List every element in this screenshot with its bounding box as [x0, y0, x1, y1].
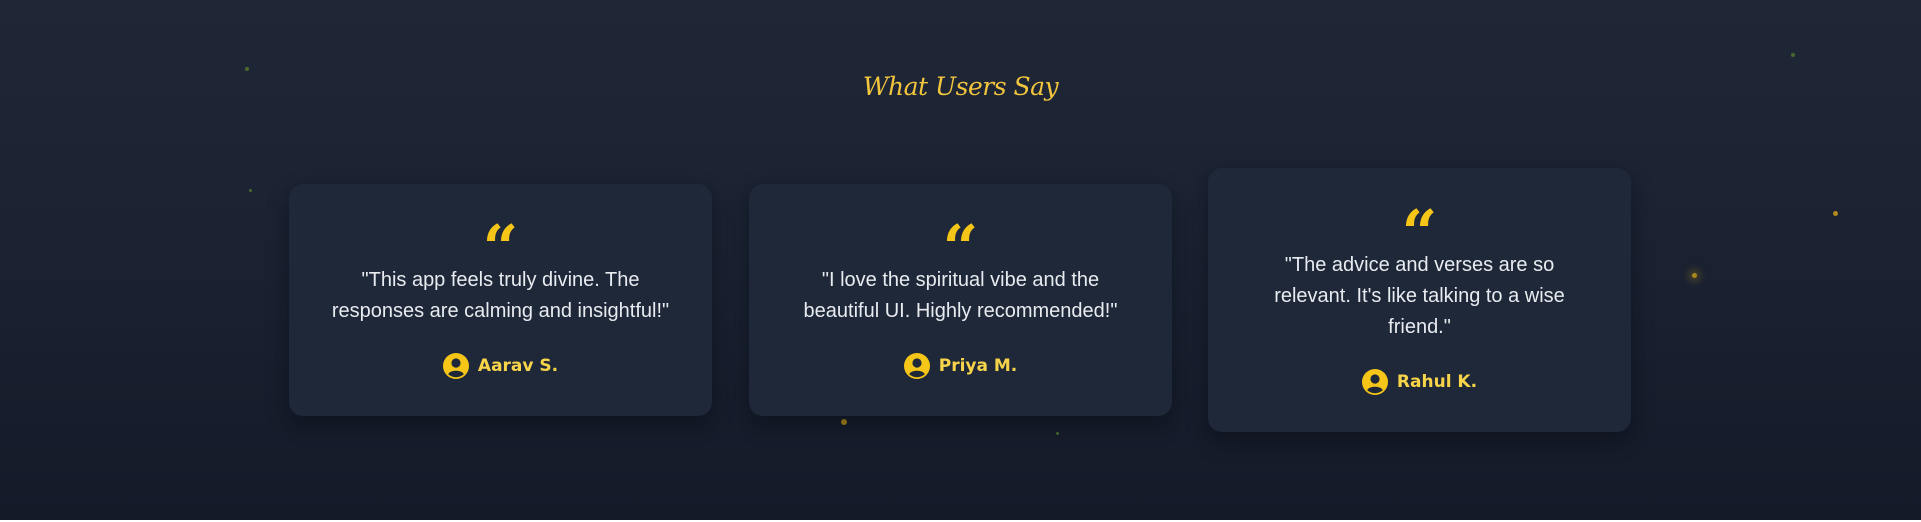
testimonial-card: “ "The advice and verses are so relevant… [1208, 168, 1631, 432]
testimonial-text: "The advice and verses are so relevant. … [1274, 254, 1565, 338]
testimonial-author: Aarav S. [289, 352, 712, 380]
testimonial-author: Priya M. [749, 352, 1172, 380]
particle-dot [1833, 211, 1838, 216]
user-circle-icon [442, 353, 469, 379]
testimonial-card: “ "This app feels truly divine. The resp… [289, 184, 712, 416]
user-circle-icon [1361, 369, 1388, 395]
author-name: Priya M. [938, 356, 1018, 376]
testimonials-section: What Users Say “ "This app feels truly d… [0, 0, 1921, 520]
testimonial-card: “ "I love the spiritual vibe and the bea… [749, 184, 1172, 416]
testimonial-author: Rahul K. [1208, 368, 1631, 396]
particle-dot [1692, 273, 1697, 278]
testimonial-text: "This app feels truly divine. The respon… [331, 269, 670, 322]
author-name: Aarav S. [477, 356, 559, 376]
user-circle-icon [903, 353, 930, 379]
testimonial-text: "I love the spiritual vibe and the beaut… [803, 269, 1118, 322]
section-title: What Users Say [862, 72, 1059, 101]
particle-dot [841, 419, 847, 425]
particle-dot [1791, 53, 1795, 57]
author-name: Rahul K. [1396, 372, 1478, 392]
particle-dot [249, 189, 252, 192]
particle-dot [1056, 432, 1059, 435]
particle-dot [245, 67, 249, 71]
